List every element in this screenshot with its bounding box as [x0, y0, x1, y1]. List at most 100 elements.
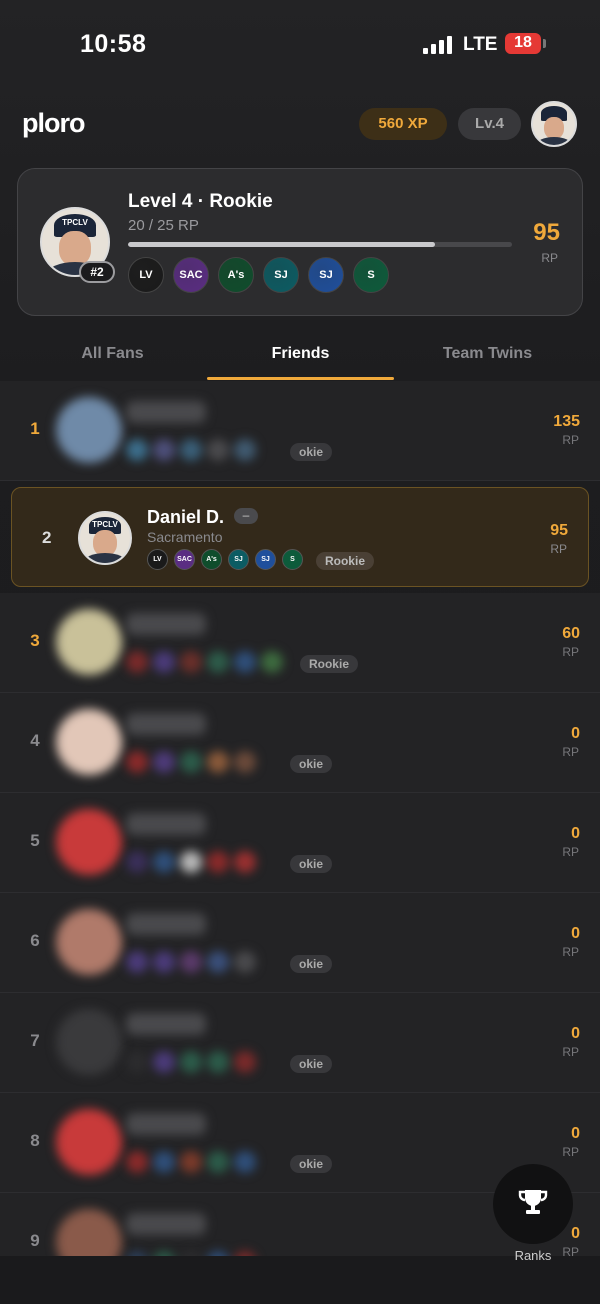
raiders-logo: LV	[147, 549, 168, 570]
level-pill: okie	[290, 955, 332, 973]
profile-level-card[interactable]: TPCLV #2 Level 4 · Rookie 20 / 25 RP LV S…	[17, 168, 583, 316]
blurred-avatar	[56, 1109, 122, 1175]
row-rank: 8	[30, 1131, 40, 1150]
row-points: 0	[571, 1025, 580, 1042]
user-location: Sacramento	[147, 529, 223, 545]
level-progress-text: 20 / 25 RP	[128, 217, 199, 234]
row-points: 60	[562, 625, 580, 642]
level-pill: okie	[290, 855, 332, 873]
trophy-icon	[518, 1190, 548, 1214]
blurred-team-logo	[180, 851, 202, 873]
xp-badge[interactable]: 560 XP	[359, 108, 447, 140]
athletics-logo: A's	[218, 257, 254, 293]
row-rank: 6	[30, 931, 40, 950]
sacramento-state-logo: S	[282, 549, 303, 570]
blurred-team-logos	[126, 1151, 276, 1173]
row-rank: 3	[30, 631, 40, 650]
kings-logo: SAC	[174, 549, 195, 570]
blurred-team-logo	[207, 851, 229, 873]
blurred-team-logo	[234, 651, 256, 673]
row-points-unit: RP	[562, 745, 579, 759]
signal-icon	[423, 36, 453, 54]
blurred-team-logo	[126, 951, 148, 973]
level-pill: Rookie	[300, 655, 358, 673]
row-points-unit: RP	[562, 433, 579, 447]
app-logo: ploro	[22, 108, 85, 138]
row-points-unit: RP	[562, 845, 579, 859]
row-points: 0	[571, 825, 580, 842]
sacramento-state-logo: S	[353, 257, 389, 293]
blurred-team-logo	[180, 439, 202, 461]
blurred-team-logo	[261, 651, 283, 673]
blurred-team-logo	[234, 851, 256, 873]
kings-logo: SAC	[173, 257, 209, 293]
level-progress-fill	[128, 242, 436, 247]
tab-friends[interactable]: Friends	[207, 332, 394, 380]
total-points: 95	[533, 219, 560, 246]
user-avatar: TPCLV	[78, 511, 132, 565]
leaderboard-row[interactable]: 6 okie 0 RP	[0, 893, 600, 993]
tab-team-twins[interactable]: Team Twins	[394, 332, 581, 380]
blurred-team-logo	[153, 651, 175, 673]
rank-badge: #2	[79, 261, 115, 283]
status-time: 10:58	[80, 30, 147, 58]
blurred-team-logo	[234, 751, 256, 773]
level-pill: okie	[290, 1155, 332, 1173]
user-status-badge: –	[234, 508, 258, 524]
leaderboard-tabs: All Fans Friends Team Twins	[0, 332, 600, 380]
row-points: 0	[571, 1225, 580, 1242]
blurred-team-logo	[126, 751, 148, 773]
row-points-unit: RP	[562, 945, 579, 959]
blurred-name	[126, 913, 206, 935]
blurred-team-logo	[207, 951, 229, 973]
blurred-team-logo	[180, 1151, 202, 1173]
blurred-team-logos	[126, 651, 283, 673]
blurred-name	[126, 813, 206, 835]
leaderboard-row[interactable]: 3 Rookie 60 RP	[0, 593, 600, 693]
leaderboard-row[interactable]: 5 okie 0 RP	[0, 793, 600, 893]
blurred-team-logo	[234, 1151, 256, 1173]
ranks-label: Ranks	[514, 1248, 552, 1263]
current-user-row[interactable]: 2 TPCLV Daniel D. – Sacramento LV SAC A's S…	[11, 487, 589, 587]
blurred-team-logo	[180, 751, 202, 773]
row-points: 0	[571, 925, 580, 942]
earthquakes-logo: SJ	[255, 549, 276, 570]
blurred-team-logo	[180, 1051, 202, 1073]
leaderboard-row[interactable]: 1 okie 135 RP	[0, 381, 600, 481]
blurred-avatar	[56, 1009, 122, 1075]
row-rank: 2	[42, 528, 52, 547]
profile-avatar-button[interactable]	[531, 101, 577, 147]
leaderboard-row[interactable]: 4 okie 0 RP	[0, 693, 600, 793]
user-points: 95	[550, 522, 568, 539]
row-points-unit: RP	[562, 1145, 579, 1159]
blurred-team-logo	[153, 1151, 175, 1173]
row-points: 0	[571, 1125, 580, 1142]
blurred-avatar	[56, 609, 122, 675]
blurred-team-logo	[234, 439, 256, 461]
blurred-name	[126, 401, 206, 423]
blurred-team-logo	[153, 951, 175, 973]
tab-all-fans[interactable]: All Fans	[19, 332, 206, 380]
athletics-logo: A's	[201, 549, 222, 570]
row-rank: 5	[30, 831, 40, 850]
raiders-logo: LV	[128, 257, 164, 293]
row-points-unit: RP	[562, 1045, 579, 1059]
blurred-team-logos	[126, 439, 276, 461]
blurred-name	[126, 713, 206, 735]
blurred-team-logo	[126, 851, 148, 873]
blurred-team-logo	[207, 651, 229, 673]
level-title: Level 4 · Rookie	[128, 191, 273, 212]
ranks-button[interactable]	[493, 1164, 573, 1244]
blurred-name	[126, 1213, 206, 1235]
battery-icon: 18	[505, 33, 541, 54]
blurred-avatar	[56, 397, 122, 463]
blurred-avatar	[56, 709, 122, 775]
active-tab-indicator	[207, 377, 394, 380]
level-badge[interactable]: Lv.4	[458, 108, 521, 140]
blurred-avatar	[56, 909, 122, 975]
row-points: 0	[571, 725, 580, 742]
leaderboard-row[interactable]: 7 okie 0 RP	[0, 993, 600, 1093]
blurred-team-logo	[234, 951, 256, 973]
bottom-bar	[0, 1256, 600, 1304]
user-level-pill: Rookie	[316, 552, 374, 570]
